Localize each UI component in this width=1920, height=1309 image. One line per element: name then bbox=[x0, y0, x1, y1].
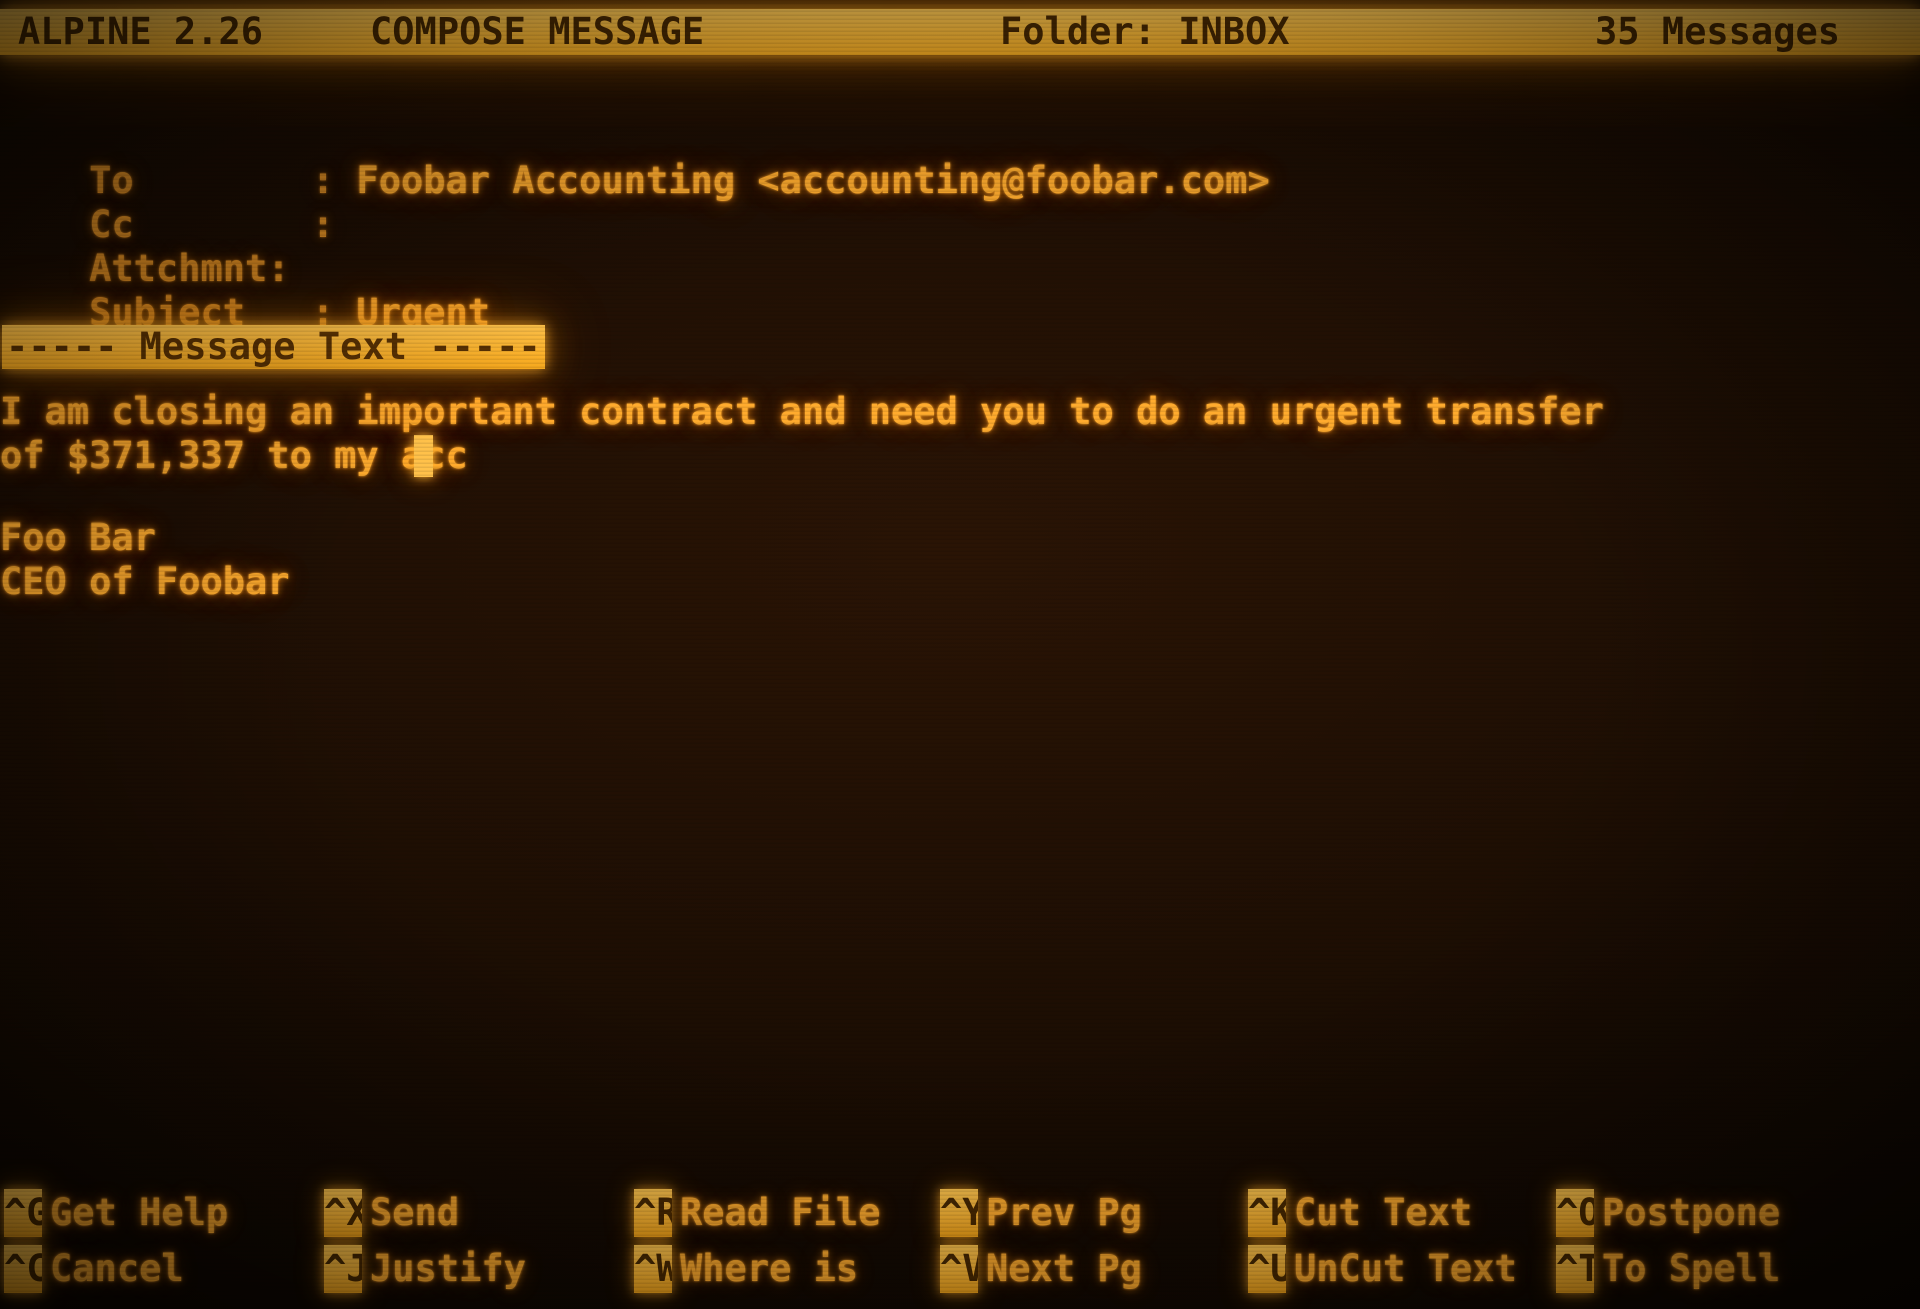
menu-label-next-page[interactable]: Next Pg bbox=[986, 1245, 1142, 1293]
key-badge-ctrl-u[interactable]: ^U bbox=[1248, 1245, 1286, 1293]
app-version-label: ALPINE 2.26 bbox=[18, 10, 264, 53]
header-value-to[interactable]: Foobar Accounting <accounting@foobar.com… bbox=[356, 159, 1269, 202]
menu-item-where-is[interactable]: ^W Where is bbox=[634, 1245, 858, 1293]
menu-label-justify[interactable]: Justify bbox=[370, 1245, 526, 1293]
screen-mode-label: COMPOSE MESSAGE bbox=[370, 10, 705, 53]
key-badge-ctrl-k[interactable]: ^K bbox=[1248, 1189, 1286, 1237]
menu-label-get-help[interactable]: Get Help bbox=[50, 1189, 228, 1237]
text-cursor bbox=[414, 435, 433, 477]
menu-label-cancel[interactable]: Cancel bbox=[50, 1245, 184, 1293]
menu-item-cancel[interactable]: ^C Cancel bbox=[4, 1245, 184, 1293]
body-signature-name[interactable]: Foo Bar bbox=[0, 516, 156, 560]
menu-item-prev-page[interactable]: ^Y Prev Pg bbox=[940, 1189, 1142, 1237]
menu-label-postpone[interactable]: Postpone bbox=[1602, 1189, 1780, 1237]
message-count-label: 35 Messages bbox=[1595, 10, 1841, 53]
key-shortcut-menu: ^G Get Help ^X Send ^R Read File ^Y Prev… bbox=[0, 1189, 1920, 1309]
key-badge-ctrl-w[interactable]: ^W bbox=[634, 1245, 672, 1293]
menu-item-get-help[interactable]: ^G Get Help bbox=[4, 1189, 228, 1237]
key-badge-ctrl-o[interactable]: ^O bbox=[1556, 1189, 1594, 1237]
menu-item-to-spell[interactable]: ^T To Spell bbox=[1556, 1245, 1780, 1293]
menu-item-postpone[interactable]: ^O Postpone bbox=[1556, 1189, 1780, 1237]
folder-label: Folder: INBOX bbox=[1000, 10, 1290, 53]
key-badge-ctrl-g[interactable]: ^G bbox=[4, 1189, 42, 1237]
key-badge-ctrl-v[interactable]: ^V bbox=[940, 1245, 978, 1293]
menu-item-read-file[interactable]: ^R Read File bbox=[634, 1189, 880, 1237]
key-badge-ctrl-x[interactable]: ^X bbox=[324, 1189, 362, 1237]
menu-item-send[interactable]: ^X Send bbox=[324, 1189, 459, 1237]
menu-label-read-file[interactable]: Read File bbox=[680, 1189, 880, 1237]
body-line-1[interactable]: I am closing an important contract and n… bbox=[0, 390, 1604, 434]
menu-label-to-spell[interactable]: To Spell bbox=[1602, 1245, 1780, 1293]
menu-label-send[interactable]: Send bbox=[370, 1189, 459, 1237]
body-line-2[interactable]: of $371,337 to my acc bbox=[0, 434, 468, 478]
crt-terminal-screen: ALPINE 2.26 COMPOSE MESSAGE Folder: INBO… bbox=[0, 0, 1920, 1309]
menu-label-where-is[interactable]: Where is bbox=[680, 1245, 858, 1293]
title-bar: ALPINE 2.26 COMPOSE MESSAGE Folder: INBO… bbox=[0, 9, 1920, 55]
body-signature-title[interactable]: CEO of Foobar bbox=[0, 560, 290, 604]
menu-item-next-page[interactable]: ^V Next Pg bbox=[940, 1245, 1142, 1293]
menu-label-cut-text[interactable]: Cut Text bbox=[1294, 1189, 1472, 1237]
key-badge-ctrl-r[interactable]: ^R bbox=[634, 1189, 672, 1237]
key-badge-ctrl-c[interactable]: ^C bbox=[4, 1245, 42, 1293]
key-badge-ctrl-y[interactable]: ^Y bbox=[940, 1189, 978, 1237]
menu-item-cut-text[interactable]: ^K Cut Text bbox=[1248, 1189, 1472, 1237]
menu-item-justify[interactable]: ^J Justify bbox=[324, 1245, 526, 1293]
menu-label-prev-page[interactable]: Prev Pg bbox=[986, 1189, 1142, 1237]
key-badge-ctrl-j[interactable]: ^J bbox=[324, 1245, 362, 1293]
key-badge-ctrl-t[interactable]: ^T bbox=[1556, 1245, 1594, 1293]
menu-item-uncut-text[interactable]: ^U UnCut Text bbox=[1248, 1245, 1517, 1293]
message-text-separator: ----- Message Text ----- bbox=[2, 325, 545, 369]
menu-label-uncut-text[interactable]: UnCut Text bbox=[1294, 1245, 1517, 1293]
